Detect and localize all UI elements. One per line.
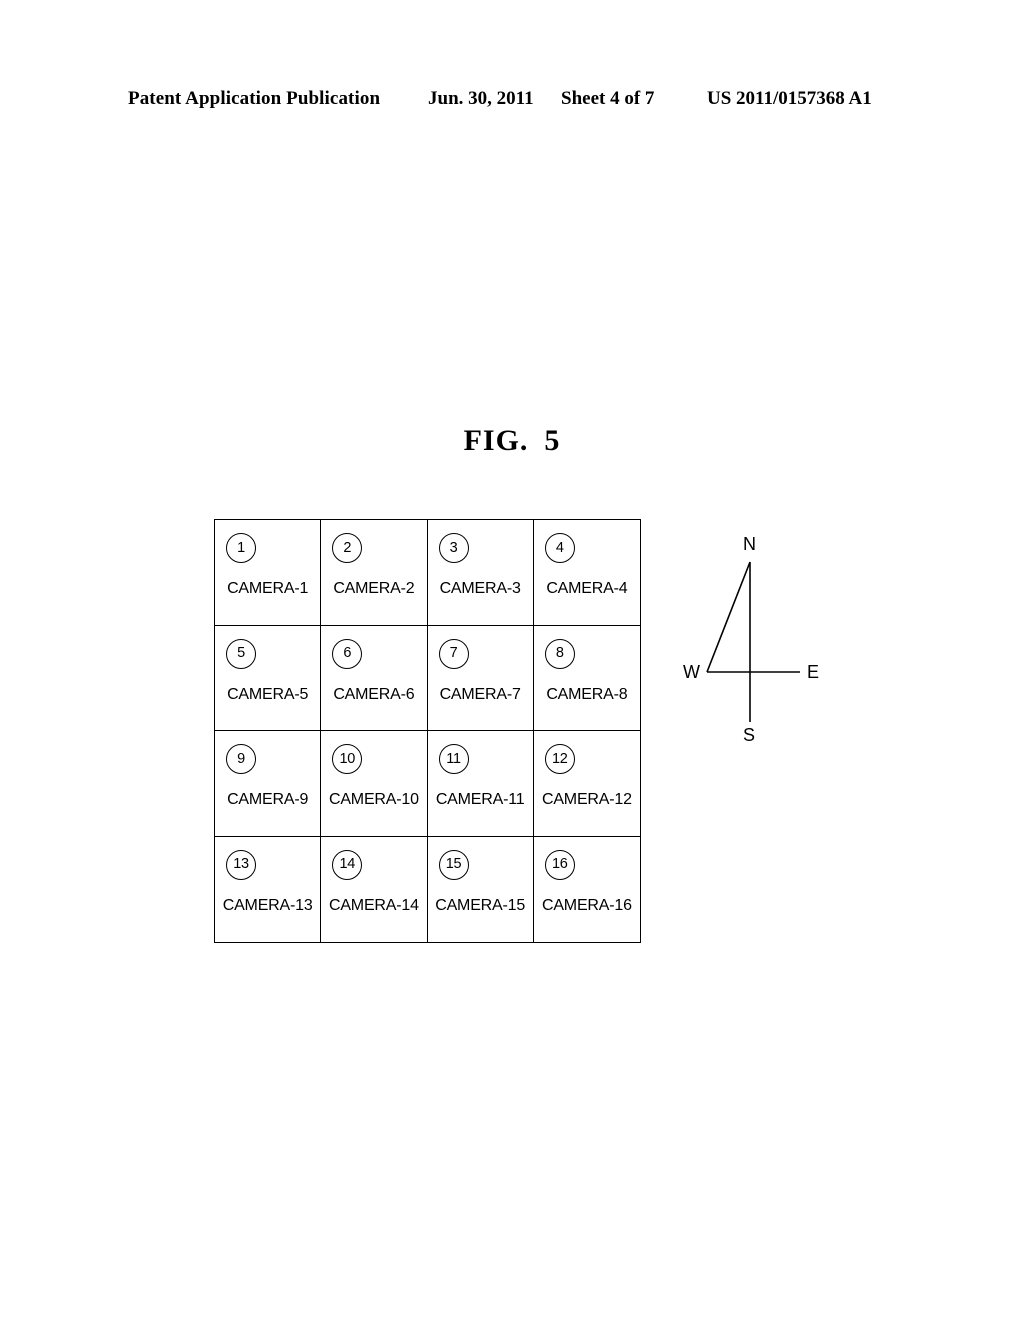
camera-cell[interactable]: 1 CAMERA-1 <box>215 520 322 626</box>
camera-index-badge: 7 <box>438 638 469 669</box>
camera-index-badge: 13 <box>226 849 256 880</box>
camera-cell[interactable]: 4 CAMERA-4 <box>533 520 640 626</box>
camera-index-badge: 6 <box>332 638 363 669</box>
page-header: Patent Application Publication Jun. 30, … <box>0 88 1024 114</box>
camera-cell[interactable]: 7 CAMERA-7 <box>427 625 534 731</box>
camera-cell[interactable]: 12 CAMERA-12 <box>533 731 640 837</box>
camera-cell[interactable]: 16 CAMERA-16 <box>534 837 640 943</box>
camera-index-badge: 3 <box>438 533 469 563</box>
compass-label-west: W <box>683 662 700 682</box>
camera-name-label: CAMERA-5 <box>227 685 309 703</box>
camera-index-badge: 11 <box>438 744 469 774</box>
camera-cell[interactable]: 9 CAMERA-9 <box>215 731 322 837</box>
camera-index-badge: 15 <box>438 849 469 880</box>
compass-rose: N S W E <box>665 525 845 765</box>
camera-name-label: CAMERA-9 <box>227 791 309 808</box>
camera-cell[interactable]: 6 CAMERA-6 <box>321 625 428 731</box>
camera-cell[interactable]: 8 CAMERA-8 <box>533 626 640 731</box>
figure-title-label: FIG. <box>463 424 529 457</box>
camera-cell[interactable]: 5 CAMERA-5 <box>215 625 322 731</box>
camera-name-label: CAMERA-4 <box>546 580 628 597</box>
camera-index-badge: 10 <box>332 744 363 774</box>
header-patent-number: US 2011/0157368 A1 <box>707 88 872 109</box>
camera-name-label: CAMERA-14 <box>328 896 419 914</box>
camera-cell[interactable]: 11 CAMERA-11 <box>427 731 534 837</box>
camera-index-badge: 9 <box>226 744 256 774</box>
camera-name-label: CAMERA-11 <box>435 791 525 808</box>
camera-name-label: CAMERA-10 <box>328 791 419 808</box>
header-publication-date: Jun. 30, 2011 <box>428 88 534 109</box>
figure-title: FIG. 5 <box>0 424 1024 458</box>
camera-name-label: CAMERA-7 <box>439 685 521 703</box>
camera-cell[interactable]: 13 CAMERA-13 <box>215 836 322 942</box>
camera-cell[interactable]: 3 CAMERA-3 <box>427 520 534 626</box>
figure-title-number: 5 <box>544 424 561 457</box>
camera-name-label: CAMERA-3 <box>439 580 521 597</box>
camera-index-badge: 16 <box>544 849 575 880</box>
camera-name-label: CAMERA-16 <box>541 896 632 914</box>
compass-label-east: E <box>807 662 820 682</box>
camera-index-badge: 4 <box>544 533 575 563</box>
header-publication-title: Patent Application Publication <box>128 88 381 109</box>
compass-label-south: S <box>743 725 756 745</box>
camera-name-label: CAMERA-15 <box>435 896 526 914</box>
compass-label-north: N <box>743 534 756 554</box>
camera-cell[interactable]: 14 CAMERA-14 <box>321 836 428 942</box>
camera-name-label: CAMERA-2 <box>333 580 415 597</box>
camera-cell[interactable]: 2 CAMERA-2 <box>321 520 428 626</box>
camera-name-label: CAMERA-13 <box>222 896 313 914</box>
camera-name-label: CAMERA-1 <box>227 580 309 597</box>
camera-index-badge: 14 <box>332 849 363 880</box>
camera-name-label: CAMERA-12 <box>541 791 632 808</box>
camera-index-badge: 12 <box>544 744 575 774</box>
camera-name-label: CAMERA-6 <box>333 685 415 703</box>
camera-name-label: CAMERA-8 <box>546 685 628 703</box>
camera-cell[interactable]: 10 CAMERA-10 <box>321 731 428 837</box>
header-sheet-number: Sheet 4 of 7 <box>561 88 655 109</box>
camera-layout-grid: 1 CAMERA-1 2 CAMERA-2 3 CAMERA-3 4 CAMERA-4 5 CAM… <box>214 519 641 943</box>
camera-cell[interactable]: 15 CAMERA-15 <box>428 836 534 942</box>
camera-index-badge: 5 <box>226 638 256 669</box>
camera-index-badge: 8 <box>544 638 575 669</box>
camera-index-badge: 2 <box>332 533 363 563</box>
compass-north-pointer-diagonal <box>706 561 751 673</box>
camera-index-badge: 1 <box>226 533 256 563</box>
